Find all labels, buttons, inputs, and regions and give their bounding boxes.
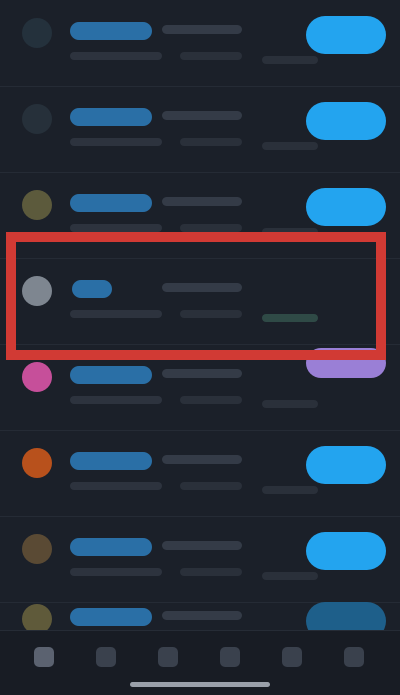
meta-text xyxy=(70,224,162,232)
username-link[interactable] xyxy=(70,366,152,384)
meta-text xyxy=(180,52,242,60)
home-icon xyxy=(34,647,54,667)
follow-button[interactable] xyxy=(306,16,386,54)
meta-text xyxy=(70,138,162,146)
meta-text xyxy=(70,568,162,576)
profile-icon xyxy=(344,647,364,667)
avatar[interactable] xyxy=(22,362,52,392)
avatar[interactable] xyxy=(22,190,52,220)
avatar[interactable] xyxy=(22,448,52,478)
meta-text xyxy=(70,52,162,60)
create-icon xyxy=(158,647,178,667)
meta-text xyxy=(180,482,242,490)
meta-text xyxy=(180,310,242,318)
meta-text xyxy=(70,310,162,318)
display-name xyxy=(162,455,242,464)
list-item[interactable] xyxy=(0,172,400,259)
meta-text xyxy=(262,228,318,236)
avatar[interactable] xyxy=(22,534,52,564)
meta-text xyxy=(262,314,318,322)
username-link[interactable] xyxy=(70,108,152,126)
username-link[interactable] xyxy=(70,452,152,470)
feed-list xyxy=(0,0,400,630)
meta-text xyxy=(262,486,318,494)
meta-text xyxy=(70,482,162,490)
meta-text xyxy=(262,56,318,64)
notifications-icon xyxy=(220,647,240,667)
avatar[interactable] xyxy=(22,276,52,306)
messages-icon xyxy=(282,647,302,667)
avatar[interactable] xyxy=(22,604,52,630)
meta-text xyxy=(70,396,162,404)
tab-profile[interactable] xyxy=(332,641,376,675)
list-item[interactable] xyxy=(0,0,400,87)
meta-text xyxy=(180,138,242,146)
username-link[interactable] xyxy=(70,194,152,212)
list-item[interactable] xyxy=(0,344,400,431)
meta-text xyxy=(180,568,242,576)
meta-text xyxy=(262,142,318,150)
meta-text xyxy=(262,400,318,408)
tab-messages[interactable] xyxy=(270,641,314,675)
display-name xyxy=(162,283,242,292)
meta-text xyxy=(180,224,242,232)
list-item[interactable] xyxy=(0,586,400,630)
username-link[interactable] xyxy=(70,608,152,626)
display-name xyxy=(162,611,242,620)
display-name xyxy=(162,541,242,550)
list-item-highlighted[interactable] xyxy=(0,258,400,345)
tab-notifications[interactable] xyxy=(208,641,252,675)
tab-create[interactable] xyxy=(146,641,190,675)
search-icon xyxy=(96,647,116,667)
display-name xyxy=(162,197,242,206)
display-name xyxy=(162,25,242,34)
follow-button[interactable] xyxy=(306,602,386,630)
tab-search[interactable] xyxy=(84,641,128,675)
meta-text xyxy=(180,396,242,404)
username-link[interactable] xyxy=(70,22,152,40)
follow-button[interactable] xyxy=(306,446,386,484)
list-item[interactable] xyxy=(0,430,400,517)
follow-button[interactable] xyxy=(306,188,386,226)
display-name xyxy=(162,369,242,378)
home-indicator xyxy=(130,682,270,687)
follow-button[interactable] xyxy=(306,532,386,570)
username-link[interactable] xyxy=(72,280,112,298)
avatar[interactable] xyxy=(22,104,52,134)
meta-text xyxy=(262,572,318,580)
avatar[interactable] xyxy=(22,18,52,48)
follow-button[interactable] xyxy=(306,102,386,140)
username-link[interactable] xyxy=(70,538,152,556)
list-item[interactable] xyxy=(0,86,400,173)
tab-home[interactable] xyxy=(22,641,66,675)
following-button[interactable] xyxy=(306,348,386,378)
display-name xyxy=(162,111,242,120)
